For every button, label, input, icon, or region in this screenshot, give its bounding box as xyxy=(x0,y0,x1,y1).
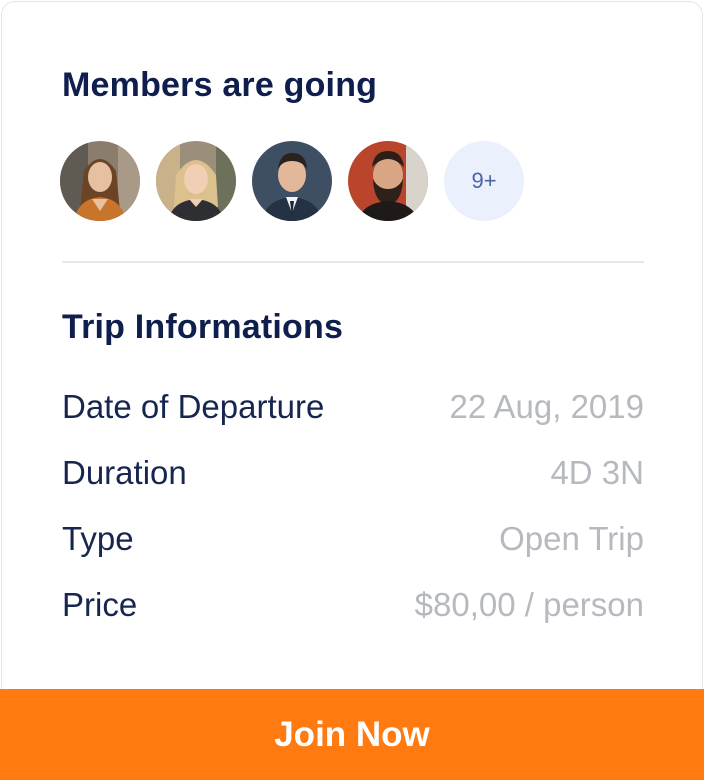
price-value: $80,00 / person xyxy=(414,586,644,623)
info-row-type: Type Open Trip xyxy=(62,520,644,558)
departure-label: Date of Departure xyxy=(62,388,325,425)
member-avatar-4[interactable] xyxy=(348,141,428,221)
trip-info-title: Trip Informations xyxy=(62,308,344,346)
departure-value: 22 Aug, 2019 xyxy=(449,388,644,425)
trip-card: Members are going 9+ Trip Informations D… xyxy=(1,1,703,780)
section-divider xyxy=(62,261,644,263)
member-avatar-3[interactable] xyxy=(252,141,332,221)
info-row-duration: Duration 4D 3N xyxy=(62,454,644,492)
member-avatar-2[interactable] xyxy=(156,141,236,221)
price-label: Price xyxy=(62,586,138,623)
join-now-button[interactable]: Join Now xyxy=(0,689,704,780)
duration-value: 4D 3N xyxy=(550,454,644,491)
info-row-price: Price $80,00 / person xyxy=(62,586,644,624)
type-label: Type xyxy=(62,520,134,557)
info-row-departure: Date of Departure 22 Aug, 2019 xyxy=(62,388,644,426)
more-members-badge[interactable]: 9+ xyxy=(444,141,524,221)
members-title: Members are going xyxy=(62,66,378,104)
type-value: Open Trip xyxy=(499,520,644,557)
duration-label: Duration xyxy=(62,454,187,491)
member-avatar-1[interactable] xyxy=(60,141,140,221)
member-avatars: 9+ xyxy=(60,141,524,221)
